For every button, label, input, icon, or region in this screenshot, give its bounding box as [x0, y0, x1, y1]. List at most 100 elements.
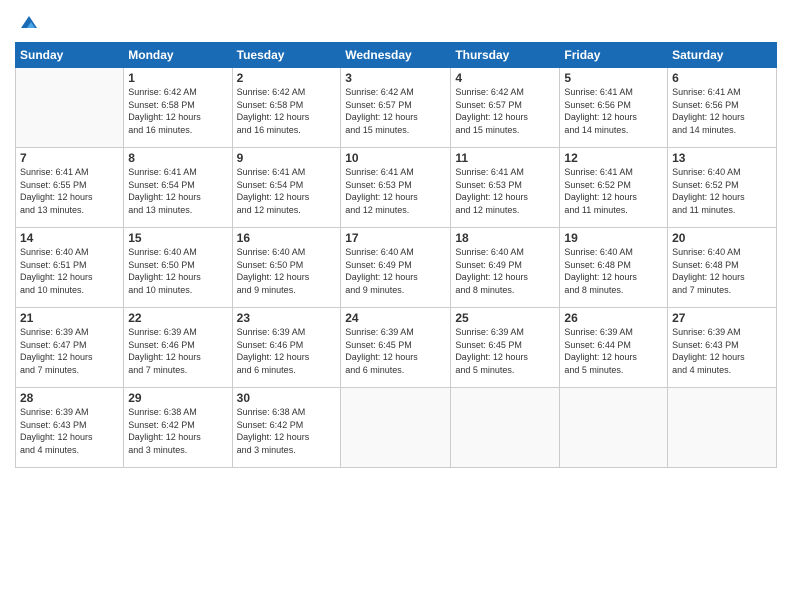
- col-saturday: Saturday: [668, 43, 777, 68]
- day-info: Sunrise: 6:41 AM Sunset: 6:54 PM Dayligh…: [237, 166, 337, 216]
- day-info: Sunrise: 6:38 AM Sunset: 6:42 PM Dayligh…: [128, 406, 227, 456]
- day-number: 28: [20, 391, 119, 405]
- day-number: 17: [345, 231, 446, 245]
- calendar-week-row: 7Sunrise: 6:41 AM Sunset: 6:55 PM Daylig…: [16, 148, 777, 228]
- day-number: 12: [564, 151, 663, 165]
- day-number: 5: [564, 71, 663, 85]
- calendar-week-row: 21Sunrise: 6:39 AM Sunset: 6:47 PM Dayli…: [16, 308, 777, 388]
- day-number: 14: [20, 231, 119, 245]
- calendar-cell: 23Sunrise: 6:39 AM Sunset: 6:46 PM Dayli…: [232, 308, 341, 388]
- day-number: 21: [20, 311, 119, 325]
- calendar-cell: 25Sunrise: 6:39 AM Sunset: 6:45 PM Dayli…: [451, 308, 560, 388]
- day-info: Sunrise: 6:40 AM Sunset: 6:50 PM Dayligh…: [128, 246, 227, 296]
- calendar-cell: 21Sunrise: 6:39 AM Sunset: 6:47 PM Dayli…: [16, 308, 124, 388]
- col-monday: Monday: [124, 43, 232, 68]
- day-number: 7: [20, 151, 119, 165]
- calendar-cell: 28Sunrise: 6:39 AM Sunset: 6:43 PM Dayli…: [16, 388, 124, 468]
- calendar-cell: 11Sunrise: 6:41 AM Sunset: 6:53 PM Dayli…: [451, 148, 560, 228]
- col-sunday: Sunday: [16, 43, 124, 68]
- calendar-cell: [16, 68, 124, 148]
- day-number: 22: [128, 311, 227, 325]
- calendar-cell: 12Sunrise: 6:41 AM Sunset: 6:52 PM Dayli…: [560, 148, 668, 228]
- day-number: 10: [345, 151, 446, 165]
- day-number: 30: [237, 391, 337, 405]
- calendar-cell: 17Sunrise: 6:40 AM Sunset: 6:49 PM Dayli…: [341, 228, 451, 308]
- day-number: 8: [128, 151, 227, 165]
- day-number: 3: [345, 71, 446, 85]
- day-info: Sunrise: 6:41 AM Sunset: 6:56 PM Dayligh…: [672, 86, 772, 136]
- calendar-cell: 16Sunrise: 6:40 AM Sunset: 6:50 PM Dayli…: [232, 228, 341, 308]
- header: [15, 10, 777, 34]
- day-number: 6: [672, 71, 772, 85]
- calendar-cell: 4Sunrise: 6:42 AM Sunset: 6:57 PM Daylig…: [451, 68, 560, 148]
- day-number: 19: [564, 231, 663, 245]
- calendar-cell: 24Sunrise: 6:39 AM Sunset: 6:45 PM Dayli…: [341, 308, 451, 388]
- calendar-cell: 20Sunrise: 6:40 AM Sunset: 6:48 PM Dayli…: [668, 228, 777, 308]
- day-info: Sunrise: 6:41 AM Sunset: 6:54 PM Dayligh…: [128, 166, 227, 216]
- calendar-cell: 30Sunrise: 6:38 AM Sunset: 6:42 PM Dayli…: [232, 388, 341, 468]
- day-info: Sunrise: 6:40 AM Sunset: 6:52 PM Dayligh…: [672, 166, 772, 216]
- col-thursday: Thursday: [451, 43, 560, 68]
- day-info: Sunrise: 6:42 AM Sunset: 6:58 PM Dayligh…: [237, 86, 337, 136]
- day-info: Sunrise: 6:40 AM Sunset: 6:51 PM Dayligh…: [20, 246, 119, 296]
- day-number: 9: [237, 151, 337, 165]
- day-info: Sunrise: 6:39 AM Sunset: 6:46 PM Dayligh…: [128, 326, 227, 376]
- day-number: 20: [672, 231, 772, 245]
- day-number: 24: [345, 311, 446, 325]
- day-info: Sunrise: 6:39 AM Sunset: 6:43 PM Dayligh…: [20, 406, 119, 456]
- calendar-cell: 14Sunrise: 6:40 AM Sunset: 6:51 PM Dayli…: [16, 228, 124, 308]
- day-info: Sunrise: 6:39 AM Sunset: 6:44 PM Dayligh…: [564, 326, 663, 376]
- day-number: 25: [455, 311, 555, 325]
- calendar-table: Sunday Monday Tuesday Wednesday Thursday…: [15, 42, 777, 468]
- calendar-cell: 10Sunrise: 6:41 AM Sunset: 6:53 PM Dayli…: [341, 148, 451, 228]
- day-number: 27: [672, 311, 772, 325]
- day-info: Sunrise: 6:41 AM Sunset: 6:55 PM Dayligh…: [20, 166, 119, 216]
- calendar-cell: 13Sunrise: 6:40 AM Sunset: 6:52 PM Dayli…: [668, 148, 777, 228]
- day-info: Sunrise: 6:39 AM Sunset: 6:47 PM Dayligh…: [20, 326, 119, 376]
- calendar-cell: 2Sunrise: 6:42 AM Sunset: 6:58 PM Daylig…: [232, 68, 341, 148]
- day-info: Sunrise: 6:40 AM Sunset: 6:50 PM Dayligh…: [237, 246, 337, 296]
- calendar-cell: 6Sunrise: 6:41 AM Sunset: 6:56 PM Daylig…: [668, 68, 777, 148]
- day-info: Sunrise: 6:40 AM Sunset: 6:48 PM Dayligh…: [672, 246, 772, 296]
- day-info: Sunrise: 6:39 AM Sunset: 6:45 PM Dayligh…: [455, 326, 555, 376]
- day-number: 4: [455, 71, 555, 85]
- logo: [15, 10, 41, 34]
- col-wednesday: Wednesday: [341, 43, 451, 68]
- day-info: Sunrise: 6:42 AM Sunset: 6:57 PM Dayligh…: [455, 86, 555, 136]
- day-info: Sunrise: 6:41 AM Sunset: 6:56 PM Dayligh…: [564, 86, 663, 136]
- calendar-cell: 15Sunrise: 6:40 AM Sunset: 6:50 PM Dayli…: [124, 228, 232, 308]
- day-info: Sunrise: 6:41 AM Sunset: 6:52 PM Dayligh…: [564, 166, 663, 216]
- calendar-week-row: 28Sunrise: 6:39 AM Sunset: 6:43 PM Dayli…: [16, 388, 777, 468]
- day-info: Sunrise: 6:40 AM Sunset: 6:49 PM Dayligh…: [455, 246, 555, 296]
- day-number: 13: [672, 151, 772, 165]
- calendar-cell: 18Sunrise: 6:40 AM Sunset: 6:49 PM Dayli…: [451, 228, 560, 308]
- calendar-cell: [341, 388, 451, 468]
- day-info: Sunrise: 6:41 AM Sunset: 6:53 PM Dayligh…: [455, 166, 555, 216]
- calendar-cell: 5Sunrise: 6:41 AM Sunset: 6:56 PM Daylig…: [560, 68, 668, 148]
- calendar-cell: 27Sunrise: 6:39 AM Sunset: 6:43 PM Dayli…: [668, 308, 777, 388]
- calendar-cell: 22Sunrise: 6:39 AM Sunset: 6:46 PM Dayli…: [124, 308, 232, 388]
- calendar-cell: 8Sunrise: 6:41 AM Sunset: 6:54 PM Daylig…: [124, 148, 232, 228]
- day-info: Sunrise: 6:39 AM Sunset: 6:43 PM Dayligh…: [672, 326, 772, 376]
- day-number: 1: [128, 71, 227, 85]
- day-number: 16: [237, 231, 337, 245]
- day-info: Sunrise: 6:39 AM Sunset: 6:45 PM Dayligh…: [345, 326, 446, 376]
- col-friday: Friday: [560, 43, 668, 68]
- logo-icon: [17, 10, 41, 34]
- day-number: 11: [455, 151, 555, 165]
- day-info: Sunrise: 6:40 AM Sunset: 6:48 PM Dayligh…: [564, 246, 663, 296]
- day-info: Sunrise: 6:42 AM Sunset: 6:58 PM Dayligh…: [128, 86, 227, 136]
- day-info: Sunrise: 6:39 AM Sunset: 6:46 PM Dayligh…: [237, 326, 337, 376]
- day-number: 18: [455, 231, 555, 245]
- day-number: 26: [564, 311, 663, 325]
- calendar-header-row: Sunday Monday Tuesday Wednesday Thursday…: [16, 43, 777, 68]
- calendar-cell: 26Sunrise: 6:39 AM Sunset: 6:44 PM Dayli…: [560, 308, 668, 388]
- calendar-cell: 29Sunrise: 6:38 AM Sunset: 6:42 PM Dayli…: [124, 388, 232, 468]
- page: Sunday Monday Tuesday Wednesday Thursday…: [0, 0, 792, 612]
- day-number: 2: [237, 71, 337, 85]
- calendar-cell: 7Sunrise: 6:41 AM Sunset: 6:55 PM Daylig…: [16, 148, 124, 228]
- day-info: Sunrise: 6:41 AM Sunset: 6:53 PM Dayligh…: [345, 166, 446, 216]
- day-info: Sunrise: 6:38 AM Sunset: 6:42 PM Dayligh…: [237, 406, 337, 456]
- day-number: 15: [128, 231, 227, 245]
- calendar-cell: 3Sunrise: 6:42 AM Sunset: 6:57 PM Daylig…: [341, 68, 451, 148]
